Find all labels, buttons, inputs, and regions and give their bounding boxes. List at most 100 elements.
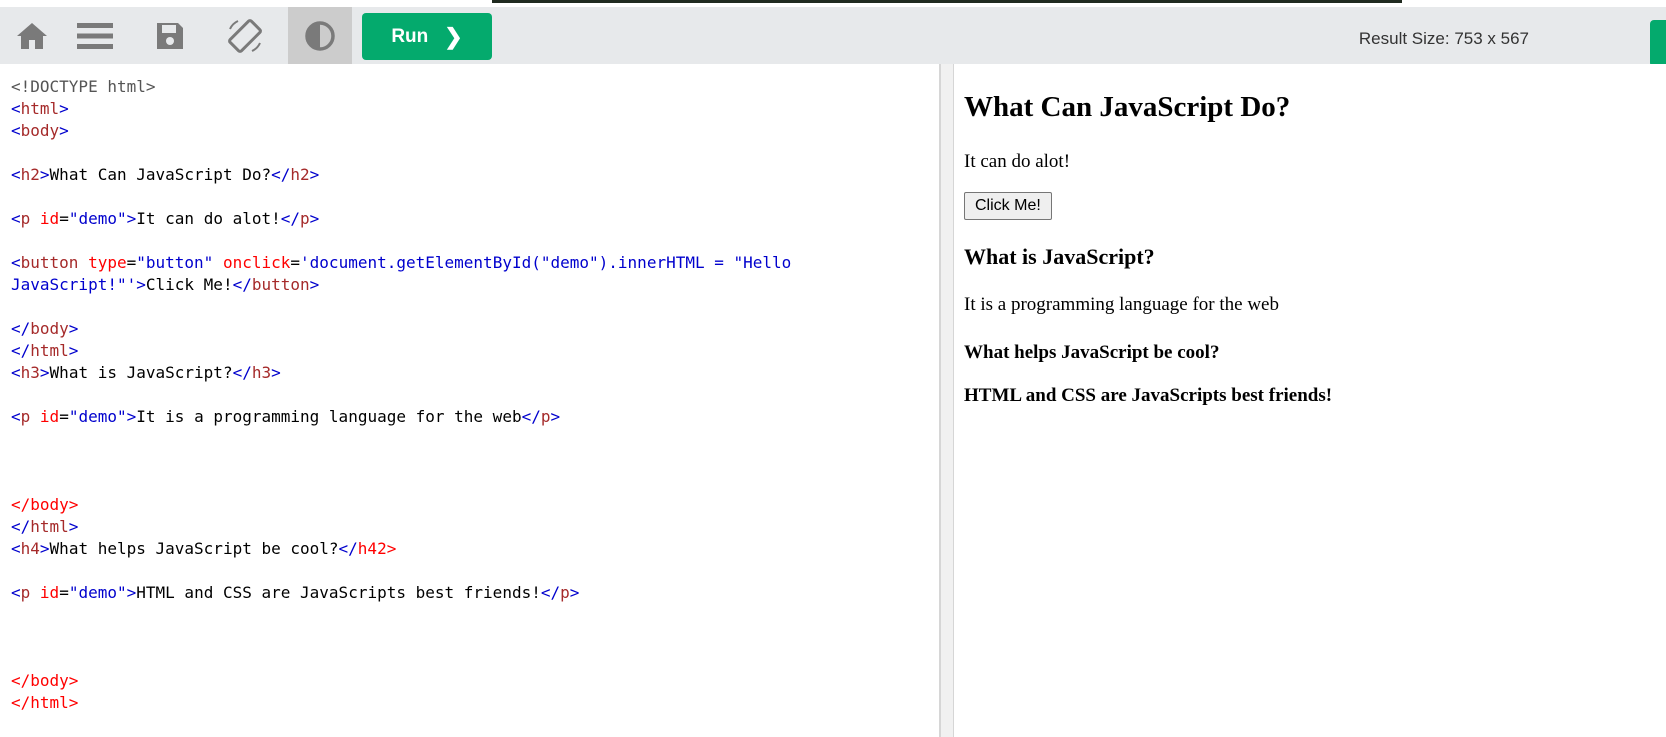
- run-button[interactable]: Run ❯: [362, 13, 492, 60]
- result-paragraph-2: It is a programming language for the web: [964, 294, 1279, 315]
- code-token: p: [20, 209, 31, 228]
- code-token: =: [59, 583, 69, 602]
- code-line[interactable]: <button type="button" onclick='document.…: [11, 252, 791, 274]
- code-content[interactable]: <!DOCTYPE html> <html> <body> <h2>What Can …: [11, 76, 791, 714]
- code-token: =: [59, 407, 69, 426]
- contrast-button[interactable]: [288, 7, 352, 64]
- code-token: >: [39, 539, 50, 558]
- code-token: "demo": [68, 407, 127, 426]
- result-heading-h4: What helps JavaScript be cool?: [964, 342, 1220, 363]
- code-token: button: [251, 275, 310, 294]
- code-token: onclick: [222, 253, 291, 272]
- code-line[interactable]: [11, 604, 791, 626]
- code-token: </body>: [11, 671, 79, 690]
- code-token: JavaScript!"': [11, 275, 137, 294]
- code-token: =: [126, 253, 137, 272]
- result-pane: What Can JavaScript Do? It can do alot! …: [954, 64, 1666, 737]
- promo-banner-edge[interactable]: [492, 0, 1402, 3]
- click-me-button[interactable]: Click Me!: [964, 192, 1052, 220]
- code-line[interactable]: <body>: [11, 120, 791, 142]
- code-token: h4: [20, 539, 40, 558]
- get-website-button-edge[interactable]: [1650, 20, 1666, 67]
- code-line[interactable]: [11, 472, 791, 494]
- code-token: </: [11, 319, 31, 338]
- code-token: 'document.getElementById("demo").innerHT…: [300, 253, 792, 272]
- pane-splitter[interactable]: [940, 64, 954, 737]
- code-token: html: [30, 517, 69, 536]
- code-line[interactable]: </html>: [11, 516, 791, 538]
- code-token: </: [271, 165, 291, 184]
- code-line[interactable]: [11, 186, 791, 208]
- code-token: >: [126, 583, 137, 602]
- code-token: <: [11, 165, 21, 184]
- toolbar: Run ❯ Result Size: 753 x 567: [0, 7, 1666, 67]
- code-token: <: [11, 253, 21, 272]
- code-line[interactable]: <h2>What Can JavaScript Do?</h2>: [11, 164, 791, 186]
- code-token: >: [126, 407, 137, 426]
- result-heading-h3: What is JavaScript?: [964, 244, 1155, 269]
- code-token: >: [136, 275, 146, 294]
- code-token: </: [338, 539, 358, 558]
- code-line[interactable]: [11, 626, 791, 648]
- code-token: >: [309, 209, 320, 228]
- code-line[interactable]: <!DOCTYPE html>: [11, 76, 791, 98]
- code-token: >: [68, 341, 79, 360]
- home-icon: [17, 22, 47, 49]
- code-token: >: [126, 209, 137, 228]
- code-token: h3: [20, 363, 40, 382]
- code-line[interactable]: [11, 560, 791, 582]
- code-token: >: [59, 99, 69, 118]
- code-token: id: [39, 583, 60, 602]
- code-line[interactable]: JavaScript!"'>Click Me!</button>: [11, 274, 791, 296]
- save-button[interactable]: [138, 7, 202, 64]
- code-token: =: [59, 209, 69, 228]
- code-line[interactable]: [11, 142, 791, 164]
- code-line[interactable]: </body>: [11, 494, 791, 516]
- code-token: </: [232, 363, 252, 382]
- code-line[interactable]: [11, 648, 791, 670]
- code-line[interactable]: [11, 384, 791, 406]
- code-line[interactable]: <p id="demo">It is a programming languag…: [11, 406, 791, 428]
- code-token: >: [309, 165, 320, 184]
- code-line[interactable]: [11, 450, 791, 472]
- code-line[interactable]: [11, 428, 791, 450]
- code-editor[interactable]: <!DOCTYPE html> <html> <body> <h2>What Can …: [0, 64, 940, 737]
- code-token: p: [20, 407, 31, 426]
- code-line[interactable]: <p id="demo">HTML and CSS are JavaScript…: [11, 582, 791, 604]
- code-line[interactable]: <p id="demo">It can do alot!</p>: [11, 208, 791, 230]
- code-token: =: [290, 253, 301, 272]
- home-button[interactable]: [0, 7, 64, 64]
- code-token: </: [540, 583, 561, 602]
- code-token: h3: [251, 363, 272, 382]
- code-token: >: [569, 583, 580, 602]
- code-line[interactable]: <h3>What is JavaScript?</h3>: [11, 362, 791, 384]
- menu-button[interactable]: [63, 7, 127, 64]
- code-token: "button": [136, 253, 214, 272]
- code-token: <!DOCTYPE html>: [11, 77, 156, 96]
- code-token: id: [39, 407, 60, 426]
- code-line[interactable]: </body>: [11, 670, 791, 692]
- code-token: "demo": [68, 209, 127, 228]
- code-token: >: [59, 121, 69, 140]
- chevron-right-icon: ❯: [444, 23, 463, 49]
- code-line[interactable]: </html>: [11, 692, 791, 714]
- code-token: p: [20, 583, 31, 602]
- code-token: >: [386, 539, 397, 558]
- code-line[interactable]: </body>: [11, 318, 791, 340]
- code-token: >: [39, 165, 50, 184]
- code-line[interactable]: [11, 296, 791, 318]
- rotate-button[interactable]: [213, 7, 277, 64]
- code-token: html: [20, 99, 60, 118]
- code-line[interactable]: </html>: [11, 340, 791, 362]
- rotate-icon: [228, 18, 262, 53]
- code-token: </html>: [11, 693, 79, 712]
- code-line[interactable]: [11, 230, 791, 252]
- code-line[interactable]: <h4>What helps JavaScript be cool?</h42>: [11, 538, 791, 560]
- code-token: HTML and CSS are JavaScripts best friend…: [136, 583, 541, 602]
- code-token: What is JavaScript?: [49, 363, 233, 382]
- code-token: What helps JavaScript be cool?: [49, 539, 339, 558]
- result-heading-h2: What Can JavaScript Do?: [964, 91, 1291, 123]
- code-line[interactable]: <html>: [11, 98, 791, 120]
